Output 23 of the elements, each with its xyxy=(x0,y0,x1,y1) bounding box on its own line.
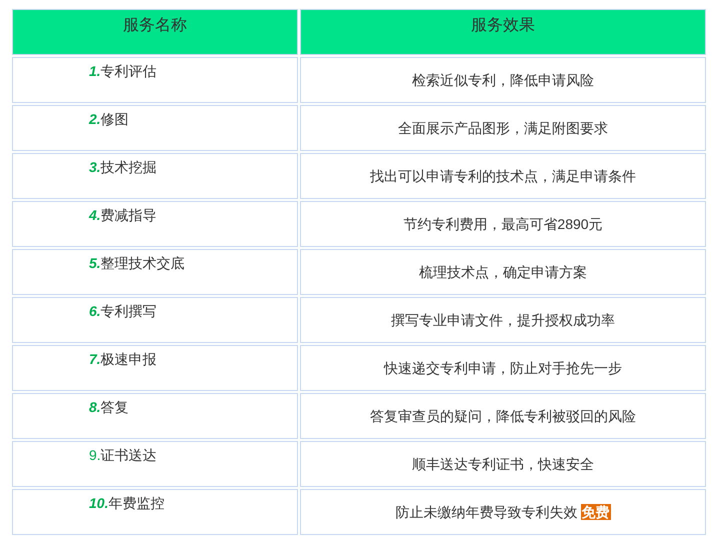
table-cell: 全面展示产品图形，满足附图要求 xyxy=(300,105,706,151)
table-cell: 梳理技术点，确定申请方案 xyxy=(300,249,706,295)
table-cell: 5.整理技术交底 xyxy=(12,249,298,295)
table-cell: 6.专利撰写 xyxy=(12,297,298,343)
table-cell: 4.费减指导 xyxy=(12,201,298,247)
table-cell: 检索近似专利，降低申请风险 xyxy=(300,57,706,103)
column-header: 服务效果 xyxy=(300,9,706,55)
column-header: 服务名称 xyxy=(12,9,298,55)
table-cell: 7.极速申报 xyxy=(12,345,298,391)
table-cell: 3.技术挖掘 xyxy=(12,153,298,199)
table-cell: 快速递交专利申请，防止对手抢先一步 xyxy=(300,345,706,391)
table-cell: 9.证书送达 xyxy=(12,441,298,487)
free-badge: 免费 xyxy=(580,504,610,520)
table-cell: 顺丰送达专利证书，快速安全 xyxy=(300,441,706,487)
table-cell: 2.修图 xyxy=(12,105,298,151)
table-cell: 答复审查员的疑问，降低专利被驳回的风险 xyxy=(300,393,706,439)
table-cell: 撰写专业申请文件，提升授权成功率 xyxy=(300,297,706,343)
table-cell: 8.答复 xyxy=(12,393,298,439)
table-cell: 找出可以申请专利的技术点，满足申请条件 xyxy=(300,153,706,199)
table-cell: 1.专利评估 xyxy=(12,57,298,103)
table-cell: 防止未缴纳年费导致专利失效 免费 xyxy=(300,489,706,535)
table-cell: 节约专利费用，最高可省2890元 xyxy=(300,201,706,247)
table-cell: 10.年费监控 xyxy=(12,489,298,535)
